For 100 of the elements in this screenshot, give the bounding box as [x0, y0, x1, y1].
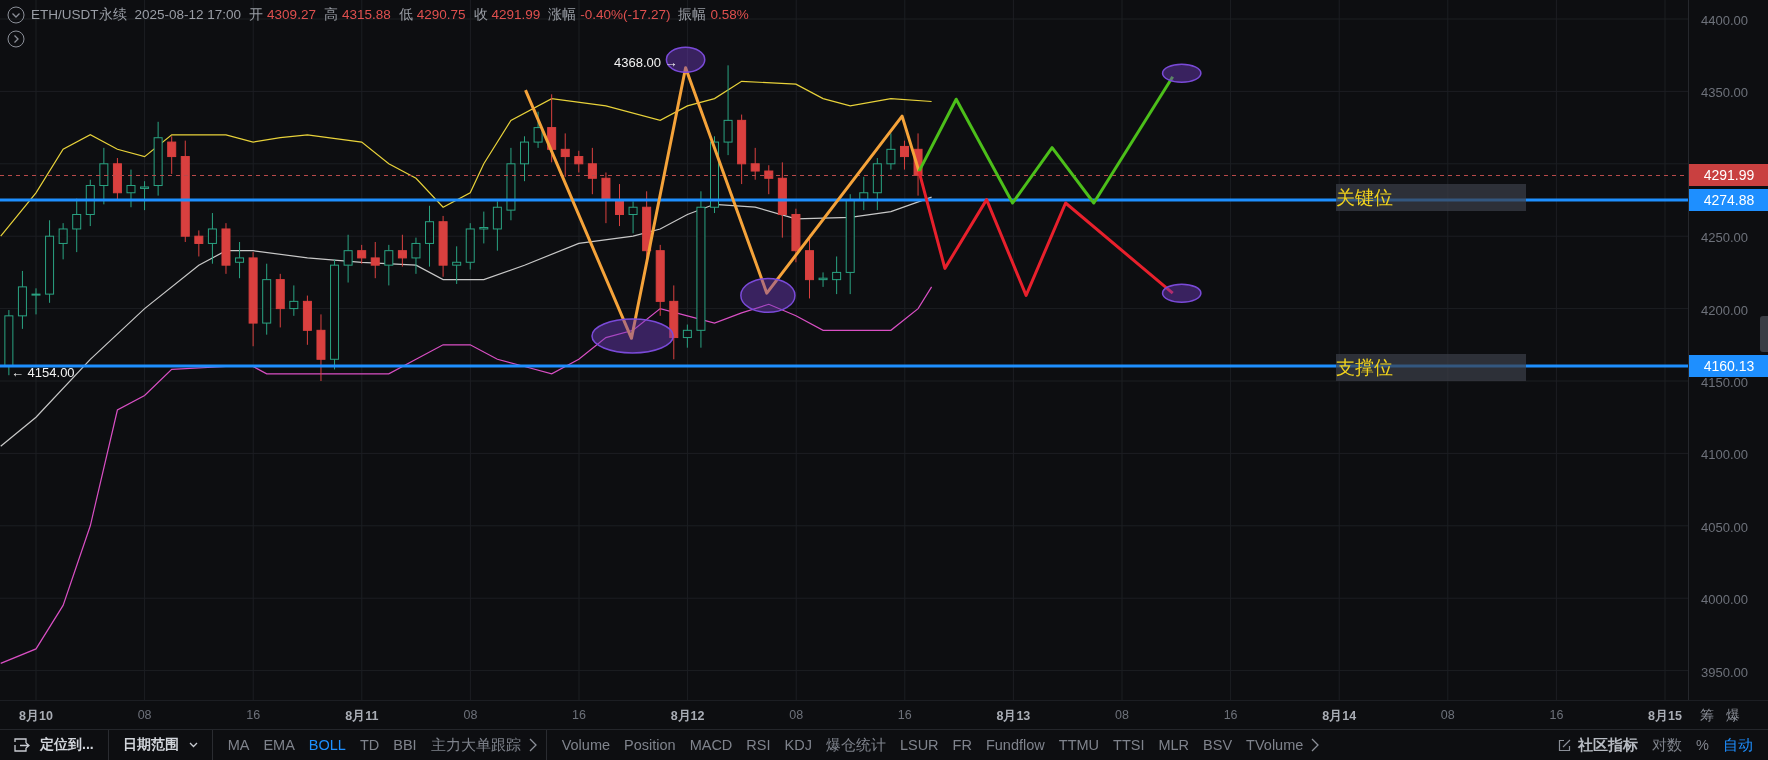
candlestick: [85, 179, 95, 227]
indicator-tab[interactable]: LSUR: [892, 737, 946, 753]
chevron-down-icon[interactable]: [7, 6, 25, 24]
locate-button[interactable]: 定位到...: [0, 736, 108, 754]
candlestick: [452, 245, 462, 285]
time-tick: 8月14: [1322, 708, 1357, 725]
price-tick: 3950.00: [1701, 665, 1748, 680]
field-label: 开: [249, 6, 264, 24]
indicator-tab[interactable]: EMA: [256, 737, 302, 753]
level-label: 支撑位: [1336, 354, 1526, 381]
time-tick: 08: [1115, 708, 1129, 722]
candlestick: [425, 205, 435, 268]
scale-option[interactable]: 自动: [1716, 735, 1760, 755]
collapse-handle[interactable]: [1760, 316, 1768, 352]
highlight-ellipse: [1161, 63, 1202, 84]
indicator-tab[interactable]: Fundflow: [978, 737, 1052, 753]
time-tick: 8月11: [345, 708, 379, 725]
corner-button[interactable]: 爆: [1726, 707, 1740, 729]
indicator-tab[interactable]: KDJ: [777, 737, 819, 753]
time-tick: 08: [463, 708, 478, 722]
candlestick: [4, 309, 14, 376]
candlestick: [913, 132, 923, 197]
time-tick: 08: [1440, 708, 1455, 722]
chevron-right-icon[interactable]: [527, 738, 538, 752]
field-label: 高: [323, 6, 338, 24]
candlestick: [194, 229, 204, 257]
candlestick: [832, 255, 842, 295]
candlestick: [316, 313, 326, 382]
locate-icon: [14, 738, 30, 752]
highlight-ellipse: [665, 46, 706, 73]
community-indicators-button[interactable]: 社区指标: [1571, 735, 1646, 755]
time-tick: 16: [246, 708, 261, 722]
indicator-tab[interactable]: MACD: [682, 737, 740, 753]
price-tag: 4274.88: [1689, 189, 1768, 211]
candlestick: [750, 147, 760, 181]
field-value: 4309.27: [267, 6, 316, 24]
indicator-tab[interactable]: TTSI: [1106, 737, 1152, 753]
field-label: 涨幅: [548, 6, 577, 24]
candlestick: [642, 190, 652, 259]
symbol-name: ETH/USDT永续: [31, 6, 127, 24]
indicator-tab[interactable]: MA: [220, 737, 257, 753]
field-label: 振幅: [678, 6, 707, 24]
indicator-tab[interactable]: RSI: [739, 737, 778, 753]
candlestick: [547, 93, 557, 163]
candlestick: [302, 295, 312, 346]
date-range-dropdown[interactable]: 日期范围: [108, 736, 212, 754]
candlestick: [520, 135, 529, 182]
candlestick: [17, 270, 27, 330]
indicator-tab[interactable]: 主力大单跟踪: [423, 735, 528, 755]
candlestick: [58, 222, 68, 260]
highlight-ellipse: [1161, 283, 1202, 303]
indicator-tab[interactable]: Volume: [554, 737, 618, 753]
edit-icon[interactable]: [1558, 738, 1572, 752]
indicator-tab[interactable]: 爆仓统计: [818, 735, 893, 755]
candlestick: [112, 157, 122, 201]
candlestick: [370, 241, 380, 279]
indicator-tab[interactable]: BOLL: [301, 737, 353, 753]
candlestick: [764, 164, 774, 195]
candlestick: [682, 324, 692, 349]
scale-option[interactable]: 对数: [1645, 735, 1690, 755]
price-tick: 4100.00: [1701, 448, 1748, 463]
indicator-tab[interactable]: TTMU: [1051, 737, 1107, 753]
time-tick: 16: [1549, 708, 1564, 722]
indicator-tab[interactable]: BBI: [386, 737, 424, 753]
field-value: 4315.88: [341, 6, 391, 24]
high-price-marker: 4368.00 →: [614, 55, 678, 70]
candlestick: [791, 208, 801, 263]
price-tick: 4200.00: [1701, 303, 1748, 318]
candlestick: [492, 200, 502, 252]
candlestick: [560, 132, 570, 178]
scale-option[interactable]: %: [1689, 737, 1716, 753]
candlestick: [397, 234, 407, 268]
corner-button[interactable]: 筹: [1700, 707, 1714, 729]
price-tick: 4250.00: [1701, 231, 1748, 246]
time-tick: 16: [897, 708, 912, 722]
indicator-tab[interactable]: FR: [945, 737, 979, 753]
chevron-right-icon[interactable]: [1310, 738, 1321, 752]
time-tick: 8月10: [19, 708, 53, 725]
caret-icon: [188, 742, 198, 748]
indicator-tab[interactable]: TD: [352, 737, 387, 753]
price-tick: 4050.00: [1701, 520, 1748, 535]
candlestick: [479, 211, 489, 244]
candle-time: 2025-08-12 17:00: [134, 6, 242, 24]
candlestick: [533, 111, 543, 149]
candlestick: [275, 273, 285, 328]
field-label: 低: [398, 6, 413, 24]
indicator-tab[interactable]: Position: [617, 737, 683, 753]
indicator-tab[interactable]: MLR: [1151, 737, 1197, 753]
time-tick: 16: [572, 708, 586, 722]
indicator-tab[interactable]: BSV: [1196, 737, 1240, 753]
candlestick: [886, 132, 896, 171]
price-tag: 4160.13: [1689, 355, 1768, 377]
candlestick: [737, 114, 747, 185]
time-tick: 08: [137, 708, 152, 722]
time-tick: 8月15: [1648, 708, 1682, 725]
chevron-right-icon[interactable]: [7, 30, 25, 48]
candlestick: [601, 172, 611, 224]
field-value: -0.40%(-17.27): [580, 6, 671, 24]
field-label: 收: [473, 6, 488, 24]
indicator-tab[interactable]: TVolume: [1239, 737, 1311, 753]
